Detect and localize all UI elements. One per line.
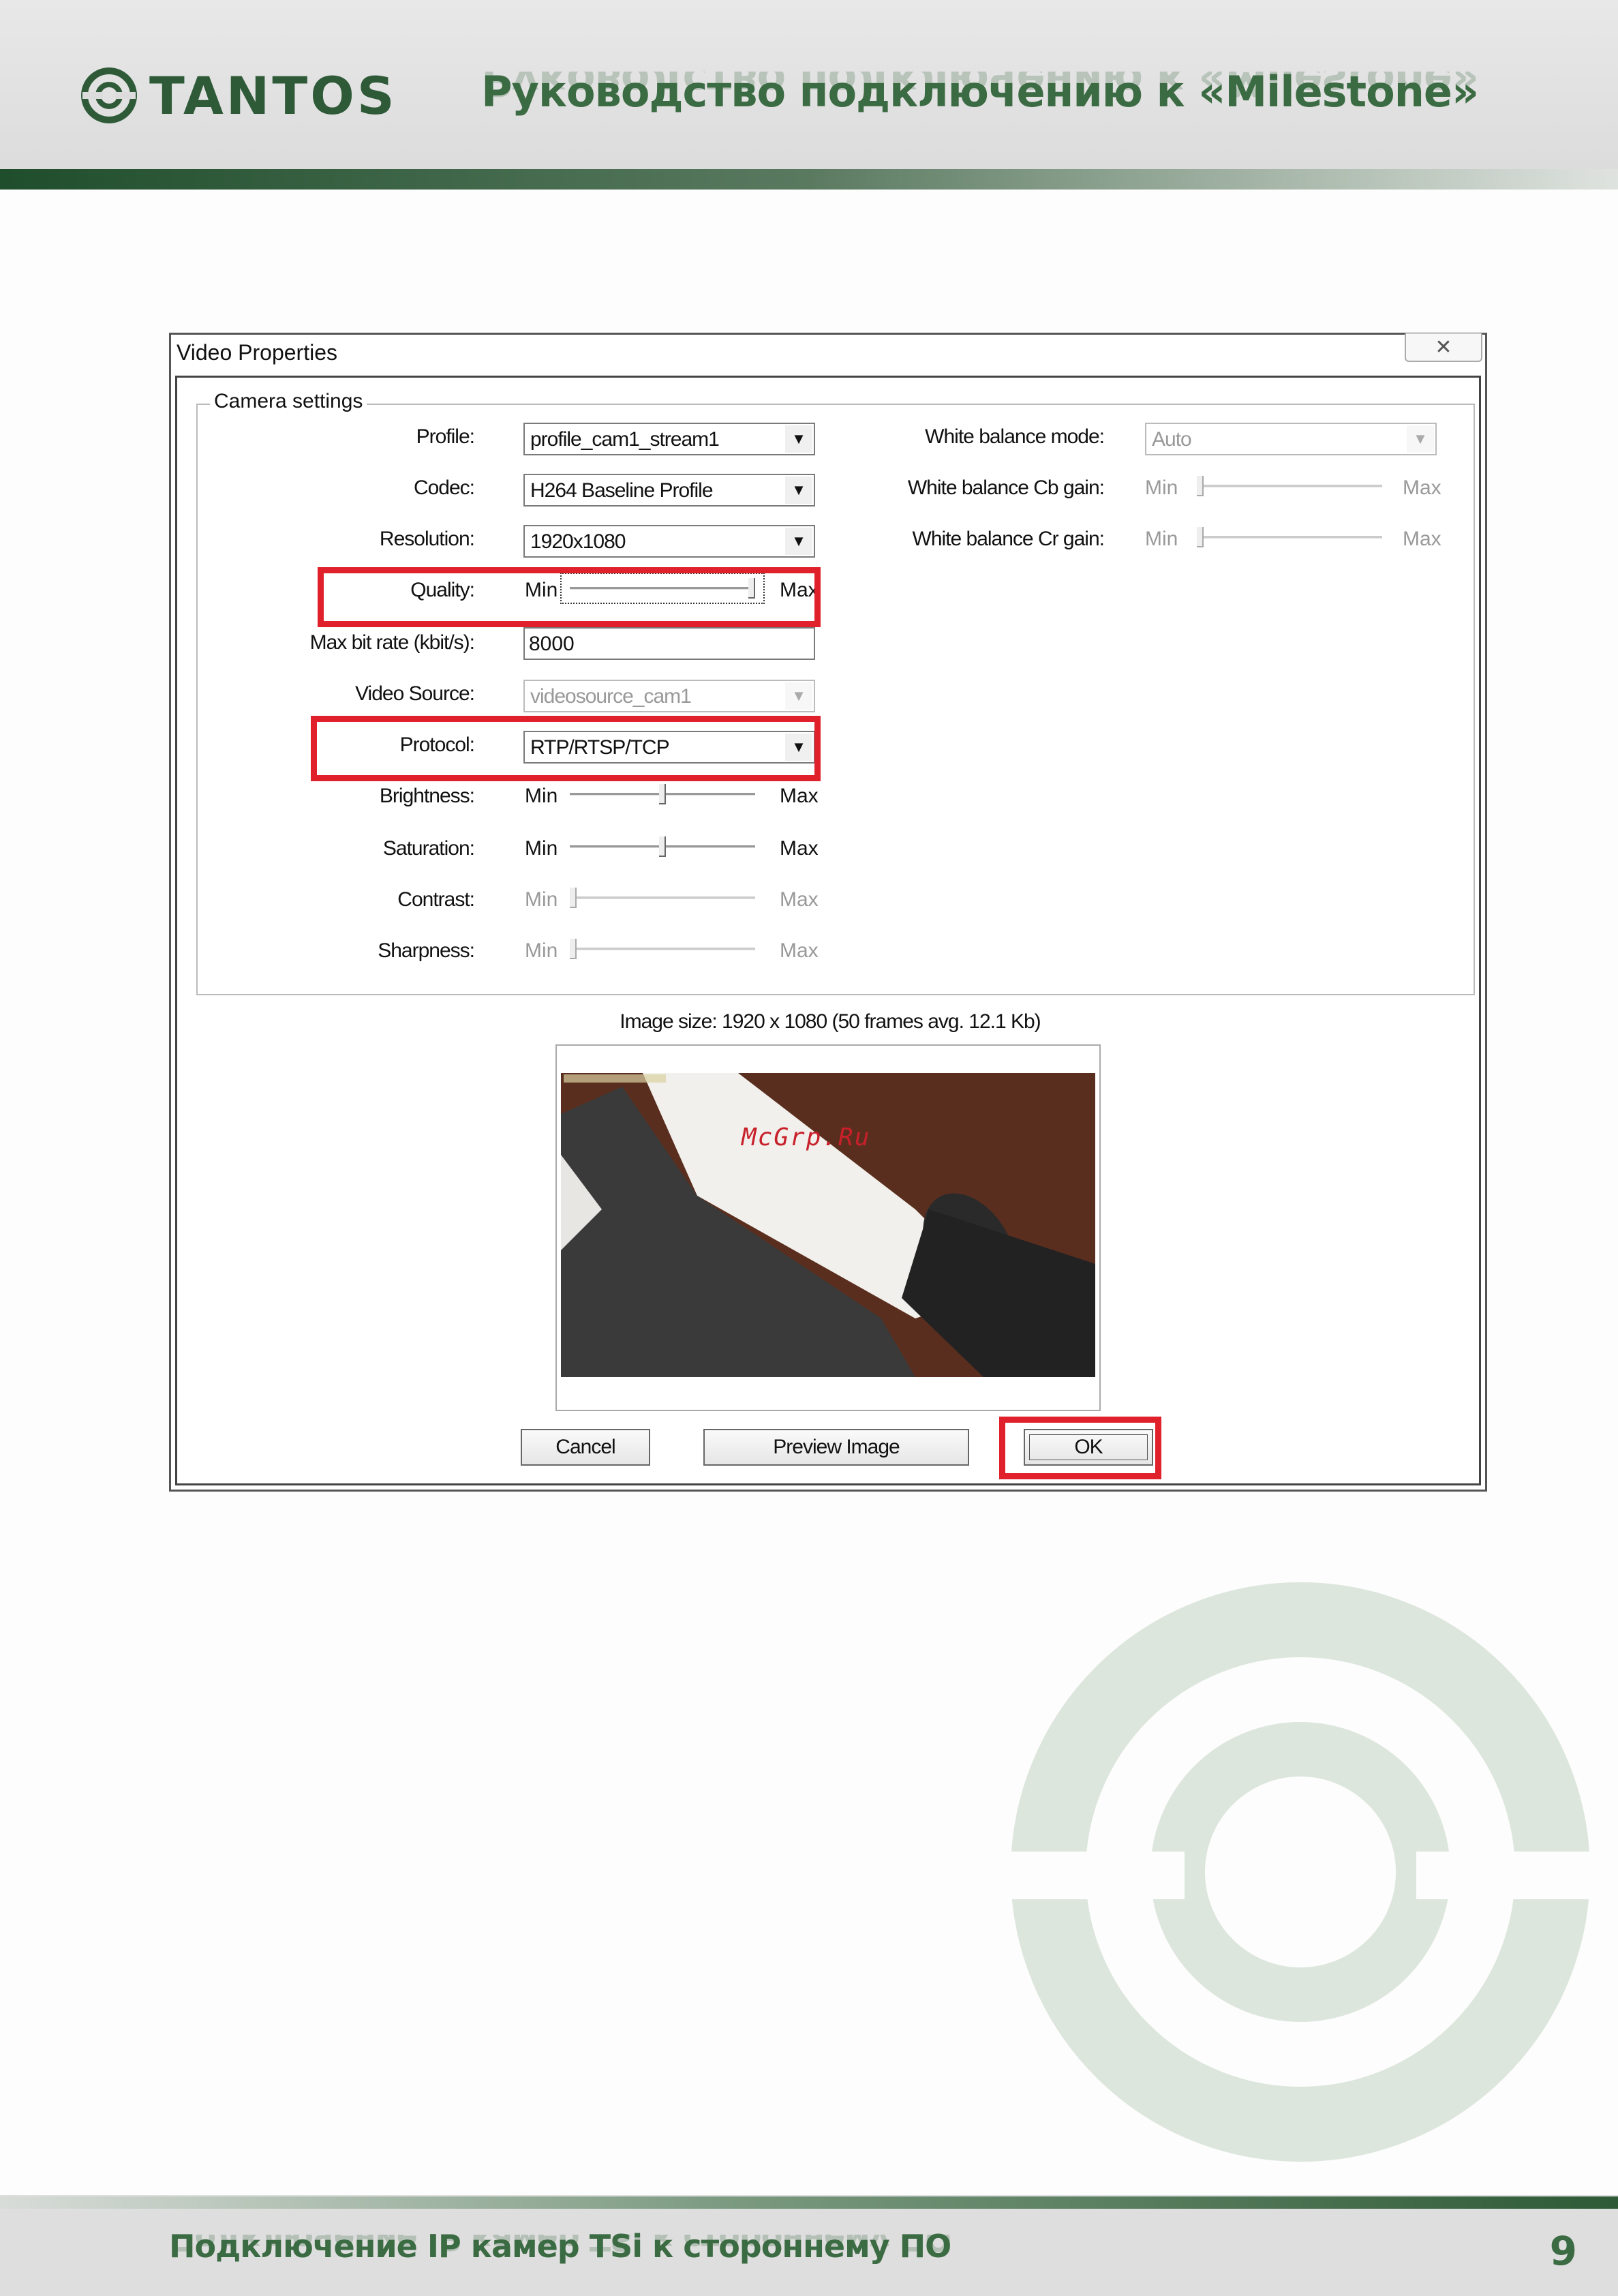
slider-track [1197,536,1382,539]
slider-track [570,896,755,899]
wb-cr-max-label: Max [1403,528,1441,550]
video-source-label: Video Source: [355,682,475,705]
profile-label: Profile: [416,425,475,448]
tantos-watermark-logo [1007,1582,1593,2162]
resolution-label: Resolution: [379,528,475,550]
tantos-logo-icon [81,67,137,123]
wb-mode-value: Auto [1152,428,1192,451]
sharpness-max-label: Max [780,939,819,962]
codec-label: Codec: [413,477,475,499]
quality-highlight [318,567,821,627]
slider-thumb[interactable] [659,836,666,857]
brightness-min-label: Min [525,785,558,807]
sharpness-min-label: Min [525,939,558,962]
slider-thumb [1197,476,1204,496]
resolution-value: 1920x1080 [530,530,626,553]
group-label: Camera settings [210,390,367,413]
max-bitrate-input[interactable]: 8000 [523,627,815,660]
slider-track [1197,485,1382,487]
preview-frame: McGrp.Ru [555,1044,1101,1411]
video-source-select: videosource_cam1 ▼ [523,680,815,712]
wb-cb-label: White balance Cb gain: [907,477,1105,499]
resolution-select[interactable]: 1920x1080 ▼ [523,525,815,558]
saturation-max-label: Max [780,837,819,860]
brightness-max-label: Max [780,785,819,807]
protocol-highlight [311,716,821,781]
video-properties-dialog: Video Properties ✕ Camera settings Profi… [169,333,1487,1492]
dropdown-arrow-icon: ▼ [785,477,812,504]
contrast-slider [570,888,755,908]
sharpness-slider [570,939,755,959]
contrast-max-label: Max [780,888,819,911]
contrast-min-label: Min [525,888,558,911]
wb-cb-slider [1197,476,1382,496]
saturation-slider[interactable] [570,836,755,857]
slider-thumb [570,888,577,908]
dropdown-arrow-icon: ▼ [785,425,812,453]
profile-select[interactable]: profile_cam1_stream1 ▼ [523,423,815,455]
preview-scene [561,1073,1095,1377]
preview-image-button[interactable]: Preview Image [703,1429,969,1466]
cancel-button[interactable]: Cancel [521,1429,650,1466]
close-icon: ✕ [1435,335,1452,359]
brightness-label: Brightness: [379,785,475,807]
codec-value: H264 Baseline Profile [530,479,714,502]
max-bitrate-value: 8000 [529,633,575,655]
wb-cb-min-label: Min [1145,477,1178,499]
wb-cr-label: White balance Cr gain: [912,528,1105,550]
footer-stripe [0,2196,1618,2209]
saturation-label: Saturation: [382,837,475,860]
header-stripe [0,169,1618,190]
dropdown-arrow-icon: ▼ [785,528,812,555]
wb-cr-slider [1197,527,1382,547]
brand-logo: TANTOS [78,65,397,126]
ok-highlight [999,1417,1161,1479]
page-title-reflection: Руководство подключению к «Milestone» [481,72,1478,106]
slider-thumb [1197,527,1204,547]
codec-select[interactable]: H264 Baseline Profile ▼ [523,474,815,507]
slider-thumb [570,939,577,959]
wb-cr-min-label: Min [1145,528,1178,550]
page-number: 9 [1549,2228,1577,2274]
profile-value: profile_cam1_stream1 [530,428,720,451]
close-button[interactable]: ✕ [1405,333,1482,362]
contrast-label: Contrast: [397,888,475,911]
brightness-slider[interactable] [570,784,755,804]
dropdown-arrow-icon: ▼ [785,682,812,710]
image-size-info: Image size: 1920 x 1080 (50 frames avg. … [620,1010,1041,1033]
slider-track [570,948,755,950]
dialog-body: Camera settings Profile: profile_cam1_st… [175,376,1481,1485]
sharpness-label: Sharpness: [378,939,475,962]
camera-preview-image: McGrp.Ru [561,1073,1095,1377]
watermark-text: McGrp.Ru [742,1123,871,1151]
wb-mode-select: Auto ▼ [1145,423,1437,455]
slider-thumb[interactable] [659,784,666,804]
dialog-title: Video Properties [177,340,337,365]
footer-title-reflection: Подключение IP камер TSi к стороннему ПО [169,2235,951,2258]
dropdown-arrow-icon: ▼ [1407,425,1434,453]
camera-settings-group: Camera settings Profile: profile_cam1_st… [196,390,1475,995]
saturation-min-label: Min [525,837,558,860]
video-source-value: videosource_cam1 [530,685,692,708]
wb-mode-label: White balance mode: [925,425,1105,448]
max-bitrate-label: Max bit rate (kbit/s): [309,631,475,654]
brand-name: TANTOS [149,65,397,126]
wb-cb-max-label: Max [1403,477,1441,499]
